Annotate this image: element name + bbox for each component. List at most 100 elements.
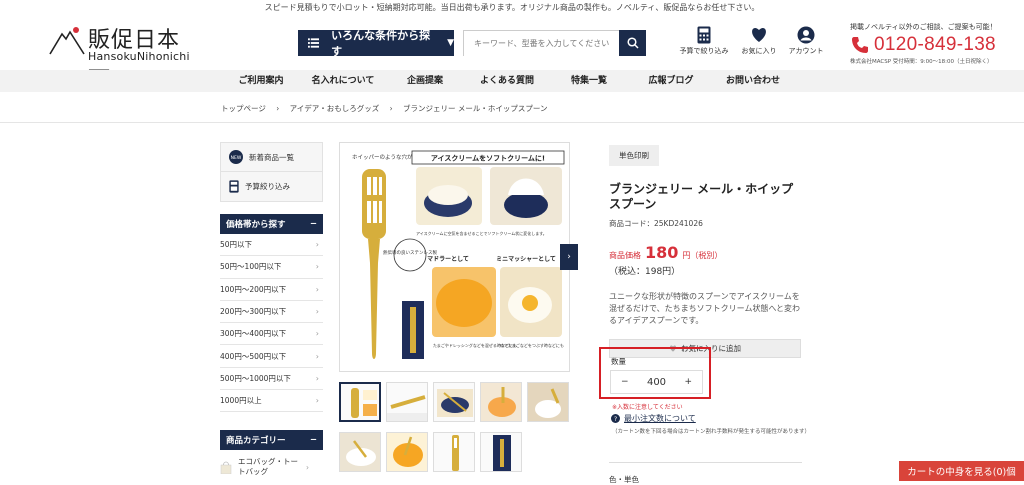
minus-icon: − xyxy=(309,435,317,446)
thumbnail[interactable] xyxy=(433,382,475,422)
phone-icon xyxy=(852,37,868,53)
thumbnail[interactable] xyxy=(339,382,381,422)
chevron-down-icon: ▼ xyxy=(447,38,454,48)
minus-icon: − xyxy=(309,219,317,229)
nav-item-proposal[interactable]: 企画提案 xyxy=(384,70,466,92)
price-range-header-label: 価格帯から探す xyxy=(226,220,286,230)
thumbnail[interactable] xyxy=(480,432,522,472)
product-illustration: ホイッパーのような穴が開いた形状 熱伝導の良いステンレス製 アイスクリームをソフ… xyxy=(352,150,565,359)
phone-number[interactable]: 0120-849-138 xyxy=(874,34,996,56)
price-range-item[interactable]: 200円〜300円以下 › xyxy=(220,301,323,324)
image-next-button[interactable]: › xyxy=(560,244,578,270)
breadcrumb-separator: › xyxy=(276,104,280,113)
budget-filter-link[interactable]: 予算で絞り込み xyxy=(679,24,729,56)
sidebar-budget[interactable]: 予算絞り込み xyxy=(220,172,323,202)
sidebar-new-items-label: 新着商品一覧 xyxy=(249,152,294,162)
image-caption-air: アイスクリームに空気を含ませることでソフトクリーム状に変化します。 xyxy=(416,230,547,236)
image-caption-muddler: マドラーとして xyxy=(427,256,469,263)
question-icon: ? xyxy=(611,414,620,423)
chevron-right-icon: › xyxy=(315,284,319,294)
thumbnail[interactable] xyxy=(527,382,569,422)
view-cart-button[interactable]: カートの中身を見る(0)個 xyxy=(899,461,1024,481)
sidebar-new-items[interactable]: NEW 新着商品一覧 xyxy=(220,142,323,172)
price-range-item[interactable]: 500円〜1000円以下 › xyxy=(220,368,323,391)
svg-text:NEW: NEW xyxy=(231,155,242,161)
quantity-stepper: − 400 + xyxy=(610,370,703,394)
nav-item-contact[interactable]: お問い合わせ xyxy=(712,70,794,92)
company-hours: 株式会社MACSP 受付時間：9:00〜18:00（土日祝除く） xyxy=(850,59,993,65)
image-caption-steel: 熱伝導の良いステンレス製 xyxy=(383,249,437,256)
breadcrumb-home[interactable]: トップページ xyxy=(221,104,266,113)
price-range-label: 300円〜400円以下 xyxy=(220,329,287,339)
account-link[interactable]: アカウント xyxy=(781,24,831,56)
divider xyxy=(609,462,802,463)
heart-icon xyxy=(752,28,766,42)
price-range-item[interactable]: 1000円以上 › xyxy=(220,390,323,413)
chevron-right-icon: › xyxy=(315,373,319,383)
favorites-link[interactable]: お気に入り xyxy=(734,24,784,56)
nav-item-features[interactable]: 特集一覧 xyxy=(548,70,630,92)
quantity-input[interactable]: 400 xyxy=(647,377,666,388)
search-button[interactable] xyxy=(619,30,646,56)
search-by-conditions-button[interactable]: いろんな条件から探す ▼ xyxy=(298,29,454,58)
price-range-label: 50円〜100円以下 xyxy=(220,262,282,272)
svg-text:?: ? xyxy=(614,416,617,423)
breadcrumb-category[interactable]: アイデア・おもしろグッズ xyxy=(290,104,380,113)
product-title: ブランジェリー メール・ホイップスプーン xyxy=(609,182,794,211)
favorites-label: お気に入り xyxy=(741,47,777,55)
min-order-info: ? 最小注文数について xyxy=(611,413,696,424)
price-tax-included: （税込：198円） xyxy=(609,267,681,277)
nav-item-blog[interactable]: 広報ブログ xyxy=(630,70,712,92)
image-caption-masher: ミニマッシャーとして xyxy=(496,256,556,263)
price-range-item[interactable]: 50円〜100円以下 › xyxy=(220,256,323,279)
price-range-label: 100円〜200円以下 xyxy=(220,284,287,294)
thumbnail[interactable] xyxy=(386,432,428,472)
account-label: アカウント xyxy=(788,47,824,55)
search-box xyxy=(463,30,646,56)
quantity-decrease-button[interactable]: − xyxy=(621,377,629,387)
nav-item-guide[interactable]: ご利用案内 xyxy=(220,70,302,92)
price-range-item[interactable]: 400円〜500円以下 › xyxy=(220,345,323,368)
thumbnail[interactable] xyxy=(480,382,522,422)
price-range-label: 200円〜300円以下 xyxy=(220,307,287,317)
min-order-link[interactable]: 最小注文数について xyxy=(624,413,696,424)
chevron-right-icon: › xyxy=(315,351,319,361)
thumbnail[interactable] xyxy=(386,382,428,422)
price-range-item[interactable]: 100円〜200円以下 › xyxy=(220,279,323,301)
product-description: ユニークな形状が特徴のスプーンでアイスクリームを混ぜるだけで、たちまちソフトクリ… xyxy=(609,292,801,325)
price-range-label: 50円以下 xyxy=(220,240,253,250)
conditions-button-label: いろんな条件から探す xyxy=(331,29,431,58)
quantity-note: ※入数に注意してください xyxy=(612,404,683,411)
chevron-right-icon: › xyxy=(315,262,319,272)
price-range-item[interactable]: 300円〜400円以下 › xyxy=(220,323,323,346)
sidebar: NEW 新着商品一覧 予算絞り込み 価格帯から探す − 50円以下 › 50円〜1… xyxy=(220,142,323,484)
breadcrumb-separator: › xyxy=(389,104,393,113)
budget-filter-label: 予算で絞り込み xyxy=(679,47,729,55)
category-item[interactable]: エコバッグ・トートバッグ › xyxy=(220,450,323,484)
search-input[interactable] xyxy=(464,31,619,56)
price-range-label: 400円〜500円以下 xyxy=(220,351,287,361)
price-value: 180 xyxy=(645,243,679,262)
chevron-right-icon: › xyxy=(306,462,309,472)
list-icon xyxy=(308,38,320,48)
image-caption-title: アイスクリームをソフトクリームに! xyxy=(431,154,545,163)
site-logo[interactable]: 販促日本一 HansokuNihonichi xyxy=(48,22,190,85)
product-main-image[interactable]: ホイッパーのような穴が開いた形状 熱伝導の良いステンレス製 アイスクリームをソフ… xyxy=(339,142,570,372)
color-label: 色・単色 xyxy=(609,475,639,484)
quantity-increase-button[interactable]: + xyxy=(684,377,692,387)
chevron-right-icon: › xyxy=(315,240,319,250)
product-info: 単色印刷 ブランジェリー メール・ホイップスプーン 商品コード：25KD2410… xyxy=(609,143,805,358)
product-code-label: 商品コード： xyxy=(609,219,654,228)
thumbnail[interactable] xyxy=(339,432,381,472)
price-range-item[interactable]: 50円以下 › xyxy=(220,234,323,257)
nav-item-imprint[interactable]: 名入れについて xyxy=(302,70,384,92)
thumbnail[interactable] xyxy=(433,432,475,472)
nav-item-faq[interactable]: よくある質問 xyxy=(466,70,548,92)
chevron-right-icon: › xyxy=(315,396,319,406)
price-range-header[interactable]: 価格帯から探す − xyxy=(220,214,323,234)
category-item-label: エコバッグ・トートバッグ xyxy=(238,457,298,477)
chevron-right-icon: › xyxy=(567,252,571,262)
price-label: 商品価格 xyxy=(609,251,641,260)
contact-note: 掲載ノベルティ以外のご相談、ご提案も可能！ xyxy=(850,23,997,31)
category-header[interactable]: 商品カテゴリー − xyxy=(220,430,323,451)
